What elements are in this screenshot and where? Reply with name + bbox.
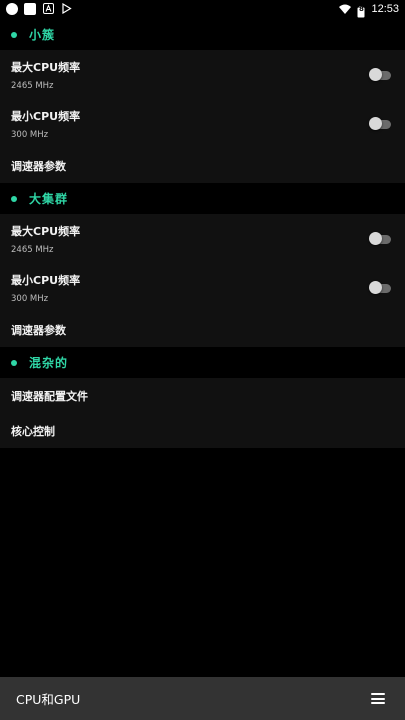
card-misc: 调速器配置文件 核心控制 [0,378,405,448]
section-dot-icon [11,359,17,366]
max-freq-toggle[interactable] [369,67,393,82]
section-header-little-cluster: 小簇 [0,19,405,50]
row-big-max-freq[interactable]: 最大CPU频率 2465 MHz [0,214,405,263]
row-value: 2465 MHz [11,244,54,255]
section-title: 小簇 [29,28,56,42]
row-big-min-freq[interactable]: 最小CPU频率 300 MHz [0,263,405,312]
card-big-cluster: 最大CPU频率 2465 MHz 最小CPU频率 300 MHz 调速器参数 [0,214,405,347]
row-value: 2465 MHz [11,80,54,91]
max-freq-toggle[interactable] [369,231,393,246]
row-title: 最小CPU频率 [11,109,81,123]
row-title: 核心控制 [11,424,55,438]
row-little-max-freq[interactable]: 最大CPU频率 2465 MHz [0,50,405,99]
row-title: 最大CPU频率 [11,60,81,74]
row-title: 最小CPU频率 [11,273,81,287]
wifi-icon [339,0,352,18]
row-title: 最大CPU频率 [11,224,81,238]
status-right-icons: 8 12:53 [339,0,399,18]
card-little-cluster: 最大CPU频率 2465 MHz 最小CPU频率 300 MHz 调速器参数 [0,50,405,183]
battery-level: 8 [359,4,364,13]
hamburger-menu-icon[interactable] [371,693,385,704]
section-dot-icon [11,195,17,202]
row-value: 300 MHz [11,293,49,304]
section-title: 大集群 [29,192,69,206]
row-little-governor[interactable]: 调速器参数 [0,148,405,183]
row-title: 调速器参数 [11,159,66,173]
clock: 12:53 [371,2,399,15]
bottom-bar-title: CPU和GPU [16,692,81,707]
min-freq-toggle[interactable] [369,280,393,295]
bottom-app-bar: CPU和GPU [0,677,405,720]
square-icon [24,2,36,15]
row-title: 调速器配置文件 [11,389,88,403]
row-value: 300 MHz [11,129,49,140]
section-header-big-cluster: 大集群 [0,183,405,214]
row-little-min-freq[interactable]: 最小CPU频率 300 MHz [0,99,405,148]
section-header-misc: 混杂的 [0,347,405,378]
row-core-control[interactable]: 核心控制 [0,413,405,448]
row-title: 调速器参数 [11,323,66,337]
row-governor-profile[interactable]: 调速器配置文件 [0,378,405,413]
circle-icon [6,2,18,15]
status-bar: 8 12:53 [0,0,405,17]
section-dot-icon [11,31,17,38]
min-freq-toggle[interactable] [369,116,393,131]
status-left-icons [6,2,72,15]
row-big-governor[interactable]: 调速器参数 [0,312,405,347]
play-store-icon [60,3,72,15]
app-screen: 8 12:53 小簇 最大CPU频率 2465 MHz 最小CPU频率 300 … [0,0,405,720]
settings-list: 小簇 最大CPU频率 2465 MHz 最小CPU频率 300 MHz 调速器参… [0,19,405,448]
section-title: 混杂的 [29,356,69,370]
a-notification-icon [42,3,54,15]
battery-icon: 8 [357,3,365,17]
